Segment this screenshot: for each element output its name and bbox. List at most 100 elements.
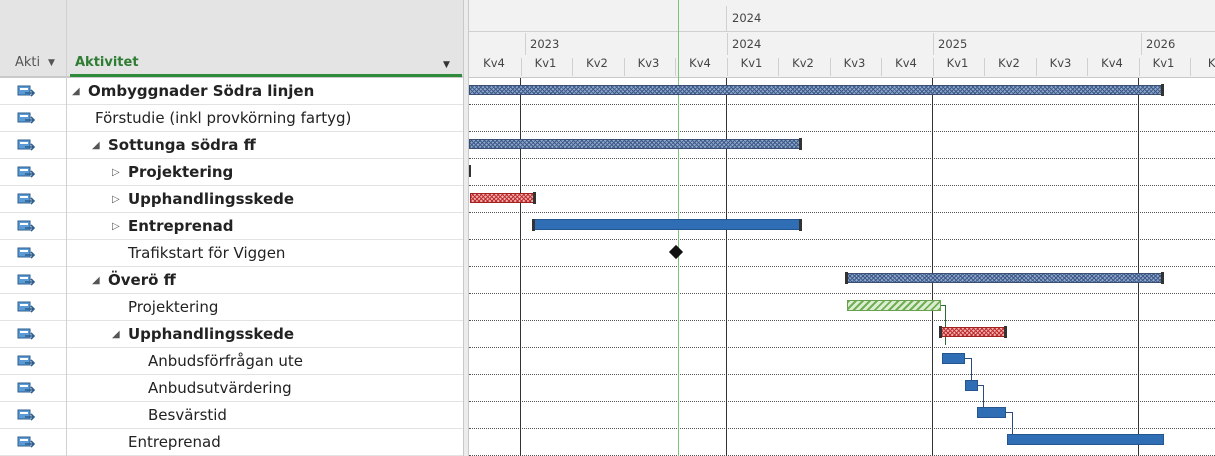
task-name[interactable]: Sottunga södra ff — [108, 136, 256, 154]
table-row[interactable]: ▷ Projektering — [0, 159, 463, 186]
column-header-name[interactable]: Aktivitet — [75, 55, 139, 70]
expand-icon[interactable]: ▷ — [112, 167, 120, 178]
gantt-bar-overo[interactable] — [846, 273, 1164, 283]
timescale-divider — [778, 58, 779, 76]
auto-scheduled-task-icon — [17, 273, 37, 287]
gantt-bar-endcap — [799, 138, 802, 150]
gantt-row-gridline — [469, 320, 1215, 321]
task-name[interactable]: Upphandlingsskede — [128, 325, 294, 343]
gantt-bar-upphandling-sottunga[interactable] — [470, 193, 535, 203]
collapse-icon[interactable]: ◢ — [92, 275, 100, 286]
gantt-year-gridline — [520, 78, 521, 456]
gantt-bar-upphandling-overo[interactable] — [941, 327, 1006, 337]
task-name[interactable]: Projektering — [128, 298, 218, 316]
timescale-quarter-label: Kv4 — [1101, 56, 1123, 70]
gantt-bar-ombyggnader[interactable] — [469, 85, 1163, 95]
milestone-trafikstart[interactable] — [668, 244, 684, 260]
table-row[interactable]: Projektering — [0, 294, 463, 321]
timescale-quarter-label: Kv4 — [483, 56, 505, 70]
gantt-bar-besvarstid[interactable] — [977, 407, 1006, 418]
gantt-bar-endcap — [1161, 272, 1164, 284]
gantt-bar-entreprenad-overo[interactable] — [1007, 434, 1164, 445]
task-name[interactable]: Förstudie (inkl provkörning fartyg) — [95, 109, 351, 127]
auto-scheduled-task-icon — [17, 381, 37, 395]
task-name[interactable]: Anbudsförfrågan ute — [148, 352, 303, 370]
gantt-row-gridline — [469, 158, 1215, 159]
column-header-mode[interactable]: Akti — [15, 55, 40, 70]
gantt-year-gridline — [1138, 78, 1139, 456]
expand-icon[interactable]: ▷ — [112, 194, 120, 205]
timescale-divider — [623, 58, 625, 76]
collapse-icon[interactable]: ◢ — [92, 140, 100, 151]
collapse-icon[interactable]: ◢ — [72, 86, 80, 97]
gantt-row-gridline — [469, 104, 1215, 105]
gantt-bar-endcap — [799, 219, 802, 231]
auto-scheduled-task-icon — [17, 327, 37, 341]
gantt-year-gridline — [932, 78, 933, 456]
gantt-row-gridline — [469, 428, 1215, 429]
timescale-quarter-label: Kv2 — [792, 56, 814, 70]
task-name[interactable]: Ombyggnader Södra linjen — [88, 82, 314, 100]
gantt-row-gridline — [469, 266, 1215, 267]
timescale-quarter-label: Kv4 — [895, 56, 917, 70]
dependency-link — [965, 358, 972, 380]
table-row[interactable]: ◢ Ombyggnader Södra linjen — [0, 78, 463, 105]
timescale-quarter-label: Kv2 — [586, 56, 608, 70]
task-name[interactable]: Entreprenad — [128, 433, 221, 451]
timescale-quarter-label: Kv3 — [1049, 56, 1072, 70]
table-row[interactable]: ◢ Sottunga södra ff — [0, 132, 463, 159]
gantt-bar-projektering-overo[interactable] — [847, 300, 941, 311]
table-row[interactable]: Förstudie (inkl provkörning fartyg) — [0, 105, 463, 132]
collapse-icon[interactable]: ◢ — [112, 329, 120, 340]
table-row[interactable]: Trafikstart för Viggen — [0, 240, 463, 267]
timescale-divider — [727, 33, 728, 55]
timescale-divider — [829, 58, 831, 76]
gantt-bar-entreprenad-sottunga[interactable] — [533, 219, 801, 230]
gantt-bar-projektering-sottunga[interactable] — [469, 165, 471, 177]
auto-scheduled-task-icon — [17, 435, 37, 449]
gantt-bar-anbudsutvardering[interactable] — [965, 380, 978, 391]
timescale-tier-divider — [469, 31, 1215, 32]
gantt-bar-anbudsforfragan[interactable] — [942, 353, 965, 364]
timescale-year-label: 2024 — [732, 37, 762, 51]
timescale-divider — [881, 58, 882, 76]
table-row[interactable]: ◢ Överö ff — [0, 267, 463, 294]
table-row[interactable]: ▷ Entreprenad — [0, 213, 463, 240]
auto-scheduled-task-icon — [17, 354, 37, 368]
task-name[interactable]: Upphandlingsskede — [128, 190, 294, 208]
gantt-row-gridline — [469, 131, 1215, 132]
timescale-divider — [525, 33, 526, 55]
expand-icon[interactable]: ▷ — [112, 221, 120, 232]
auto-scheduled-task-icon — [17, 192, 37, 206]
timescale-top-year: 2024 — [732, 11, 762, 25]
timescale-quarter-label: Kv1 — [1152, 56, 1175, 70]
gantt-row-gridline — [469, 212, 1215, 213]
chevron-down-icon[interactable]: ▼ — [48, 58, 55, 68]
gantt-row-gridline — [469, 401, 1215, 402]
gantt-bar-endcap — [1161, 84, 1164, 96]
auto-scheduled-task-icon — [17, 111, 37, 125]
table-row[interactable]: ◢ Upphandlingsskede — [0, 321, 463, 348]
table-row[interactable]: Anbudsförfrågan ute — [0, 348, 463, 375]
task-name[interactable]: Överö ff — [108, 271, 176, 289]
task-name[interactable]: Trafikstart för Viggen — [128, 244, 285, 262]
chevron-down-icon[interactable]: ▼ — [443, 60, 450, 70]
task-name[interactable]: Entreprenad — [128, 217, 234, 235]
task-name[interactable]: Projektering — [128, 163, 233, 181]
dependency-link — [941, 305, 946, 345]
timescale-divider — [726, 58, 728, 76]
column-header-underline — [70, 74, 462, 77]
table-row[interactable]: Besvärstid — [0, 402, 463, 429]
timescale-quarter-label: Kv4 — [689, 56, 711, 70]
table-header — [0, 0, 463, 78]
timescale-divider — [984, 58, 985, 76]
view-splitter[interactable] — [463, 0, 469, 456]
table-row[interactable]: Anbudsutvärdering — [0, 375, 463, 402]
task-name[interactable]: Anbudsutvärdering — [148, 379, 292, 397]
table-row[interactable]: ▷ Upphandlingsskede — [0, 186, 463, 213]
table-row[interactable]: Entreprenad — [0, 429, 463, 456]
dependency-link — [978, 385, 984, 407]
gantt-bar-endcap — [533, 192, 536, 204]
gantt-bar-sottunga[interactable] — [469, 139, 801, 149]
task-name[interactable]: Besvärstid — [148, 406, 227, 424]
